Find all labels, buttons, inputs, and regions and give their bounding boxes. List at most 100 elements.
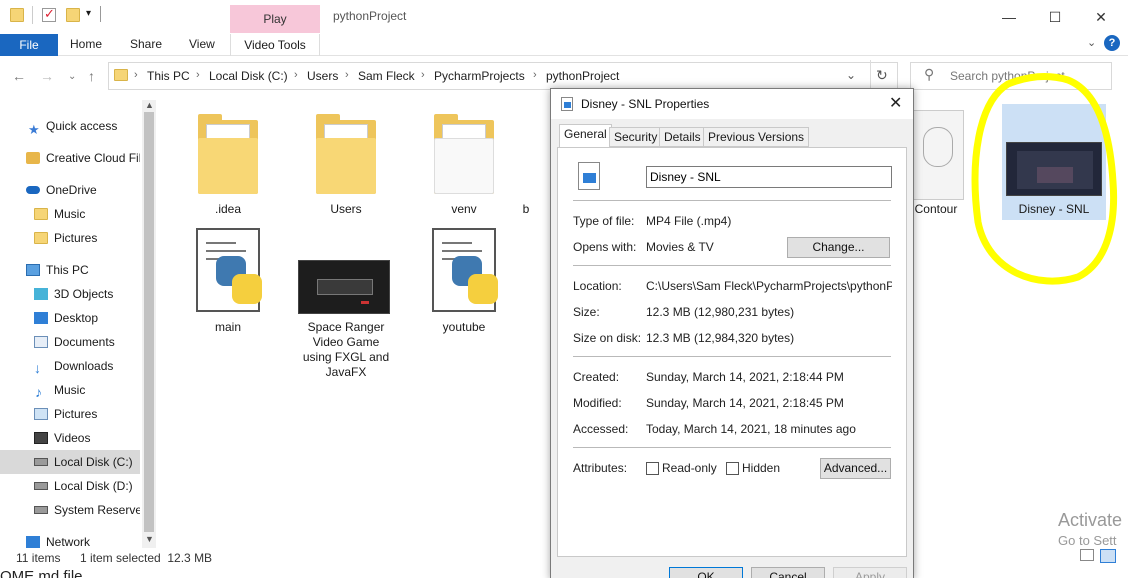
video-file-icon [578,162,600,190]
cancel-button[interactable]: Cancel [751,567,825,578]
sidebar-item-this-pc[interactable]: This PC [0,258,140,282]
size-on-disk-value: 12.3 MB (12,984,320 bytes) [646,331,795,345]
file-item-idea[interactable]: .idea [180,112,276,222]
ok-button[interactable]: OK [669,567,743,578]
divider [573,265,891,266]
file-tab[interactable]: File [0,34,58,56]
sidebar-item-music[interactable]: Music [0,202,140,226]
scroll-down-icon[interactable]: ▼ [145,534,154,544]
modified-value: Sunday, March 14, 2021, 2:18:45 PM [646,396,844,410]
new-folder-icon[interactable] [66,8,80,22]
folder-icon [316,114,376,194]
sidebar-item-onedrive[interactable]: OneDrive [0,178,140,202]
up-arrow-icon[interactable]: ↑ [88,68,95,84]
sidebar-item-quick-access[interactable]: ★ Quick access [0,114,140,138]
breadcrumb-pycharmprojects[interactable]: PycharmProjects [434,69,525,83]
tab-video-tools[interactable]: Video Tools [230,34,320,56]
folder-icon[interactable] [10,8,24,22]
search-icon: ⚲ [924,66,935,82]
star-icon: ★ [28,122,40,137]
dialog-title: Disney - SNL Properties [581,97,710,111]
breadcrumb-local-disk[interactable]: Local Disk (C:) [209,69,288,83]
sidebar-item-label: Pictures [54,231,98,245]
advanced-button[interactable]: Advanced... [820,458,891,479]
breadcrumb-separator: › [134,69,138,81]
sidebar-item-label: Documents [54,335,115,349]
large-icons-view-icon[interactable] [1100,549,1116,563]
ribbon [0,34,1128,56]
sidebar-item-desktop[interactable]: Desktop [0,306,140,330]
readonly-label: Read-only [662,461,717,475]
collapse-ribbon-icon[interactable]: ⌄ [1087,36,1096,49]
network-icon [26,536,40,548]
file-item-users[interactable]: Users [298,112,394,222]
sidebar-item-music-pc[interactable]: ♪ Music [0,378,140,402]
pictures-icon [34,408,48,420]
sidebar-item-videos[interactable]: Videos [0,426,140,450]
customize-qa-icon[interactable]: ▾ [86,8,91,19]
drive-icon [34,506,48,514]
dialog-close-icon[interactable]: ✕ [889,93,902,113]
forward-arrow-icon[interactable]: → [40,68,54,84]
recent-locations-icon[interactable]: ⌄ [68,71,76,82]
sidebar-item-pictures-pc[interactable]: Pictures [0,402,140,426]
refresh-icon[interactable]: ↻ [876,67,888,84]
tab-share[interactable]: Share [130,37,162,51]
music-icon: ♪ [35,384,42,400]
file-item-main[interactable]: main [180,228,276,338]
computer-icon [26,264,40,276]
minimize-button[interactable]: — [986,4,1032,30]
breadcrumb-this-pc[interactable]: This PC [147,69,190,83]
file-item-youtube[interactable]: youtube [416,228,512,338]
back-arrow-icon[interactable]: ← [12,68,26,84]
change-button[interactable]: Change... [787,237,890,258]
accessed-value: Today, March 14, 2021, 18 minutes ago [646,422,856,436]
general-panel: Type of file: MP4 File (.mp4) Opens with… [557,147,907,557]
sidebar-item-label: System Reserved [54,503,140,517]
tab-details[interactable]: Details [659,127,706,147]
tab-home[interactable]: Home [70,37,102,51]
breadcrumb-separator: › [196,69,200,81]
tab-security[interactable]: Security [609,127,663,147]
breadcrumb-users[interactable]: Users [307,69,338,83]
sidebar-item-local-disk-d[interactable]: Local Disk (D:) [0,474,140,498]
drive-icon [34,458,48,466]
properties-icon[interactable] [42,6,56,22]
tab-previous-versions[interactable]: Previous Versions [703,127,810,147]
download-icon: ↓ [34,360,41,376]
created-value: Sunday, March 14, 2021, 2:18:44 PM [646,370,844,384]
sidebar-item-label: OneDrive [46,183,97,197]
sidebar-item-3d-objects[interactable]: 3D Objects [0,282,140,306]
scroll-up-icon[interactable]: ▲ [145,100,154,110]
file-label: Space Ranger Video Game using FXGL and J… [302,320,390,379]
hidden-checkbox[interactable] [726,462,739,475]
readonly-checkbox[interactable] [646,462,659,475]
breadcrumb-pythonproject[interactable]: pythonProject [546,69,619,83]
sidebar-item-creative-cloud[interactable]: Creative Cloud Fil [0,146,140,170]
breadcrumb-sam-fleck[interactable]: Sam Fleck [358,69,415,83]
sidebar-scrollbar-thumb[interactable] [144,112,154,532]
address-dropdown-icon[interactable]: ⌄ [846,68,856,82]
sidebar-item-pictures[interactable]: Pictures [0,226,140,250]
filename-field[interactable] [646,166,892,188]
file-item-space-ranger[interactable]: Space Ranger Video Game using FXGL and J… [298,228,394,388]
sidebar-item-system-reserved[interactable]: System Reserved [0,498,140,522]
sidebar-item-label: Music [54,207,86,221]
tab-view[interactable]: View [189,37,215,51]
sidebar-item-downloads[interactable]: ↓ Downloads [0,354,140,378]
help-icon[interactable]: ? [1104,35,1120,51]
sidebar-item-label: Music [54,383,86,397]
play-context-tab[interactable]: Play [230,5,320,33]
opens-with-value: Movies & TV [646,240,714,254]
navigation-pane: ★ Quick access Creative Cloud Fil OneDri… [0,96,157,549]
sidebar-item-documents[interactable]: Documents [0,330,140,354]
apply-button[interactable]: Apply [833,567,907,578]
close-button[interactable]: ✕ [1078,4,1124,30]
file-label: Users [330,202,362,216]
maximize-button[interactable]: ☐ [1032,4,1078,30]
sidebar-item-label: Creative Cloud Fil [46,151,140,165]
sidebar-item-local-disk-c[interactable]: Local Disk (C:) [0,450,140,474]
activate-watermark: Activate [1058,510,1123,530]
details-view-icon[interactable] [1080,549,1094,561]
tab-general[interactable]: General [559,124,612,148]
